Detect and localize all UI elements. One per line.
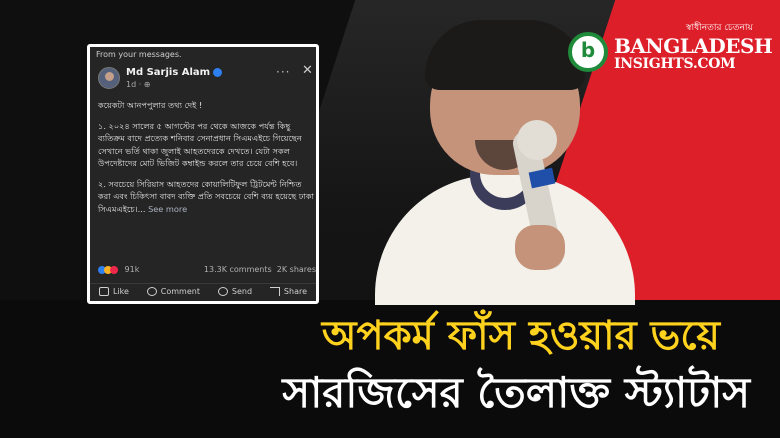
post-stats: 13.3K comments 2K shares [204,265,316,274]
like-label: Like [112,287,129,296]
post-paragraph-1: কয়েকটা আনপপুলার তথ্য দেই ! [98,100,203,110]
comment-button[interactable]: Comment [146,287,200,301]
post-paragraph-3-text: ২. সবচেয়ে সিরিয়াস আহতদের কোয়ালিটিফুল … [98,178,314,214]
like-icon [98,287,109,296]
post-meta: 1d · ⊕ [126,80,151,89]
comments-count[interactable]: 13.3K comments [204,265,272,274]
speaker-hand [515,225,565,270]
share-button[interactable]: Share [269,287,308,301]
love-reaction-icon [110,265,118,274]
headline-line-1: অপকর্ম ফাঁস হওয়ার ভয়ে [321,313,720,359]
post-paragraph-2: ১. ২০২৪ সালের ৫ আগস্টের পর থেকে আজকে পর্… [98,120,302,169]
comment-label: Comment [160,287,200,296]
globe-icon: ⊕ [143,80,151,89]
logo-name-line1: BANGLADESH [614,34,773,58]
headline-line-2: সারজিসের তৈলাক্ত স্ট্যাটাস [282,368,750,417]
like-button[interactable]: Like [98,287,129,301]
comment-icon [146,287,157,296]
post-actions: Like Comment Send Share [90,283,316,301]
share-icon [269,287,280,296]
author-avatar[interactable] [98,67,120,89]
post-source-label: From your messages. [96,50,182,59]
send-label: Send [231,287,253,296]
reactions-count[interactable]: 91k [125,265,140,274]
post-body: কয়েকটা আনপপুলার তথ্য দেই ! ১. ২০২৪ সালে… [98,99,316,223]
author-name: Md Sarjis Alam [126,67,211,78]
post-author[interactable]: Md Sarjis Alam [126,67,223,78]
see-more-link[interactable]: See more [148,204,187,214]
share-label: Share [283,287,308,296]
microphone-head [517,120,557,160]
logo-name-line2: INSIGHTS.COM [614,56,736,72]
messenger-icon [217,287,228,296]
reactions-bar: 91k 13.3K comments 2K shares [98,265,316,279]
verified-badge-icon [213,67,223,77]
post-timestamp: 1d · [126,80,144,89]
facebook-post-card: From your messages. Md Sarjis Alam 1d · … [87,44,319,304]
post-paragraph-3: ২. সবচেয়ে সিরিয়াস আহতদের কোয়ালিটিফুল … [98,178,316,216]
close-icon[interactable]: ✕ [302,63,313,78]
logo-letter: b [580,38,596,62]
shares-count[interactable]: 2K shares [277,265,316,274]
more-options-icon[interactable]: ··· [276,65,290,79]
send-button[interactable]: Send [217,287,253,301]
logo-mark-icon: b [568,32,608,72]
speaker-hair [425,20,585,90]
logo-tagline: স্বাধীনতার চেতনায় [686,23,753,33]
site-logo[interactable]: স্বাধীনতার চেতনায় b BANGLADESH INSIGHTS… [568,20,773,80]
